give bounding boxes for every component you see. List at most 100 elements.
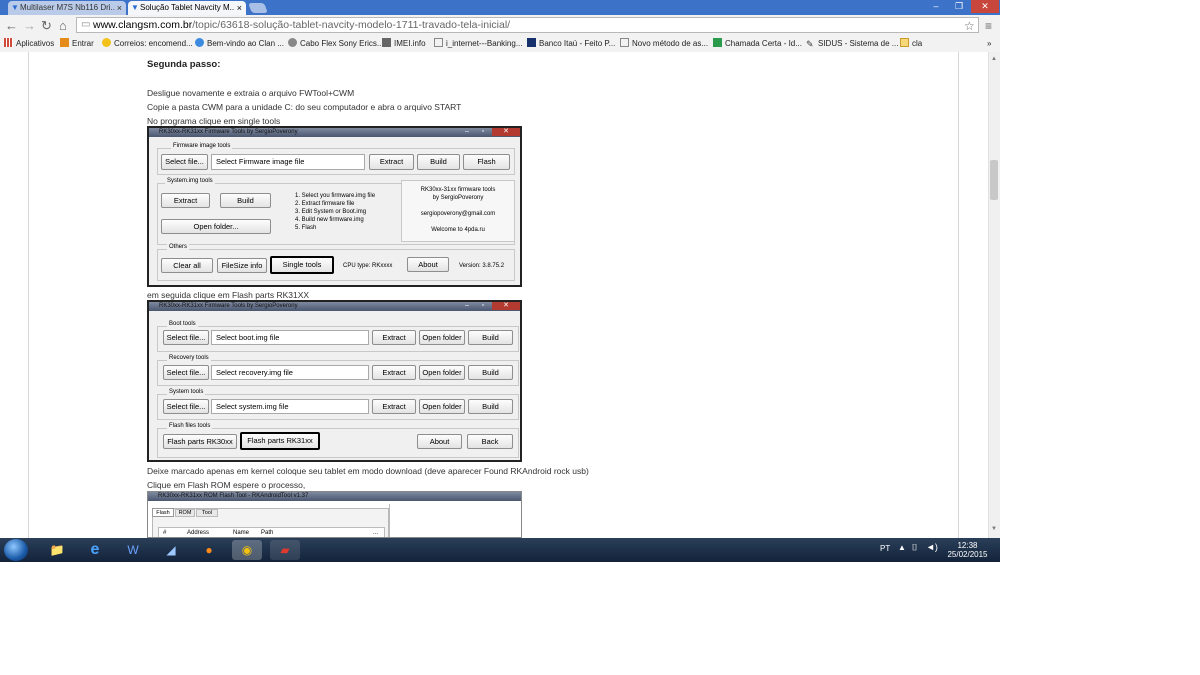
select-file-button[interactable]: Select file... — [163, 365, 209, 380]
flash-parts-rk30xx-button[interactable]: Flash parts RK30xx — [163, 434, 237, 449]
bookmark-correios[interactable]: Correios: encomend... — [102, 38, 193, 50]
extract-button[interactable]: Extract — [369, 154, 414, 170]
minimize-icon[interactable]: – — [460, 128, 474, 136]
open-folder-button[interactable]: Open folder — [419, 330, 465, 345]
home-icon[interactable]: ⌂ — [59, 18, 67, 34]
extract-button[interactable]: Extract — [372, 399, 416, 414]
tab-label: Solução Tablet Navcity M.. — [140, 3, 235, 12]
tab-tool[interactable]: Tool — [196, 509, 218, 517]
menu-icon[interactable]: ≡ — [985, 18, 992, 34]
group-label: System.img tools — [165, 178, 215, 184]
forward-arrow-icon[interactable]: → — [23, 18, 36, 34]
extract-button[interactable]: Extract — [161, 193, 210, 208]
about-button[interactable]: About — [417, 434, 462, 449]
address-bar[interactable]: ▭ www.clangsm.com.br/topic/63618-solução… — [76, 17, 979, 33]
volume-icon[interactable]: ◄) — [926, 542, 938, 552]
scroll-down-icon[interactable]: ▼ — [991, 526, 997, 532]
extract-button[interactable]: Extract — [372, 330, 416, 345]
minimize-icon[interactable]: – — [925, 0, 947, 13]
tab-multilaser[interactable]: ▼ Multilaser M7S Nb116 Dri.. × — [8, 1, 126, 15]
open-folder-button[interactable]: Open folder — [419, 399, 465, 414]
tab-flash[interactable]: Flash — [152, 508, 174, 517]
bookmark-entrar[interactable]: Entrar — [60, 38, 94, 50]
boot-file-field[interactable]: Select boot.img file — [211, 330, 369, 345]
open-folder-button[interactable]: Open folder — [419, 365, 465, 380]
post-line: Desligue novamente e extraia o arquivo F… — [147, 88, 355, 98]
maximize-icon[interactable]: ▫ — [476, 128, 490, 136]
firmware-file-field[interactable]: Select Firmware image file — [211, 154, 365, 170]
bookmark-banco-itau[interactable]: Banco Itaú - Feito P... — [527, 38, 615, 50]
bookmark-internet-banking[interactable]: i_internet---Banking... — [434, 38, 522, 50]
close-icon[interactable]: × — [237, 1, 242, 15]
column-header: Name — [233, 530, 250, 536]
tray-expand-icon[interactable]: ▲ — [898, 543, 906, 552]
system-file-field[interactable]: Select system.img file — [211, 399, 369, 414]
bookmark-favicon — [288, 38, 297, 47]
flash-button[interactable]: Flash — [463, 154, 510, 170]
bookmark-novo-metodo[interactable]: Novo método de as... — [620, 38, 708, 50]
build-button[interactable]: Build — [468, 365, 513, 380]
select-file-button[interactable]: Select file... — [161, 154, 208, 170]
vertical-scrollbar[interactable]: ▲ ▼ — [988, 52, 1000, 538]
minimize-icon[interactable]: – — [460, 302, 474, 310]
extract-button[interactable]: Extract — [372, 365, 416, 380]
bookmarks-overflow-button[interactable]: » — [987, 38, 991, 50]
bookmark-imei[interactable]: IMEI.info — [382, 38, 426, 50]
tab-rom[interactable]: ROM — [175, 509, 195, 517]
reload-icon[interactable]: ↻ — [41, 18, 52, 34]
flash-parts-rk31xx-button[interactable]: Flash parts RK31xx — [240, 432, 320, 450]
bookmark-sidus[interactable]: ✎ SIDUS - Sistema de ... — [806, 38, 898, 50]
clock[interactable]: 12:38 25/02/2015 — [940, 541, 995, 559]
bookmark-folder-cla[interactable]: cla — [900, 38, 922, 50]
pdf-app-icon[interactable]: ▰ — [270, 540, 300, 560]
bookmark-cabo-flex[interactable]: Cabo Flex Sony Erics... — [288, 38, 384, 50]
build-button[interactable]: Build — [220, 193, 271, 208]
post-line: Clique em Flash ROM espere o processo, — [147, 480, 306, 490]
close-icon[interactable]: ✕ — [492, 128, 520, 136]
chrome-icon[interactable]: ◉ — [232, 540, 262, 560]
start-button[interactable] — [4, 539, 28, 561]
group-label: System tools — [167, 389, 206, 395]
new-tab-button[interactable] — [248, 3, 268, 13]
maximize-icon[interactable]: ▫ — [476, 302, 490, 310]
apps-grid-icon — [4, 38, 13, 47]
select-file-button[interactable]: Select file... — [163, 330, 209, 345]
step-text: 5. Flash — [295, 225, 317, 231]
column-header: Path — [261, 530, 274, 536]
app-icon[interactable]: ◢ — [156, 540, 186, 560]
back-arrow-icon[interactable]: ← — [5, 18, 18, 34]
back-button[interactable]: Back — [467, 434, 513, 449]
content-border-right — [958, 52, 959, 538]
language-indicator[interactable]: PT — [880, 544, 890, 553]
bookmark-chamada-certa[interactable]: Chamada Certa - Id... — [713, 38, 802, 50]
firefox-icon[interactable]: ● — [194, 540, 224, 560]
close-icon[interactable]: ✕ — [492, 302, 520, 310]
build-button[interactable]: Build — [468, 399, 513, 414]
file-explorer-icon[interactable]: 📁 — [42, 540, 72, 560]
step-text: 1. Select you firmware.img file — [295, 193, 376, 199]
open-folder-button[interactable]: Open folder... — [161, 219, 271, 234]
bookmark-clan[interactable]: Bem-vindo ao Clan ... — [195, 38, 284, 50]
group-label: Boot tools — [167, 321, 198, 327]
network-icon[interactable]: ⌷ — [912, 542, 917, 553]
tab-solucao-tablet[interactable]: ▼ Solução Tablet Navcity M.. × — [128, 1, 246, 15]
window-close-icon[interactable]: ✕ — [971, 0, 999, 13]
select-file-button[interactable]: Select file... — [163, 399, 209, 414]
maximize-icon[interactable]: ❐ — [948, 0, 970, 13]
single-tools-button[interactable]: Single tools — [270, 256, 334, 274]
word-icon[interactable]: W — [118, 540, 148, 560]
close-icon[interactable]: × — [117, 1, 122, 15]
build-button[interactable]: Build — [417, 154, 460, 170]
star-icon[interactable]: ☆ — [964, 18, 975, 34]
about-button[interactable]: About — [407, 257, 449, 272]
internet-explorer-icon[interactable]: e — [80, 540, 110, 560]
filesize-info-button[interactable]: FileSize info — [217, 258, 267, 273]
build-button[interactable]: Build — [468, 330, 513, 345]
info-author: by SergioPoverony — [432, 195, 484, 201]
bookmark-apps[interactable]: Aplicativos — [4, 38, 54, 50]
scroll-up-icon[interactable]: ▲ — [991, 56, 997, 62]
partition-table-header: # Address Name Path ... — [158, 527, 385, 537]
recovery-file-field[interactable]: Select recovery.img file — [211, 365, 369, 380]
scrollbar-thumb[interactable] — [990, 160, 998, 200]
clear-all-button[interactable]: Clear all — [161, 258, 213, 273]
